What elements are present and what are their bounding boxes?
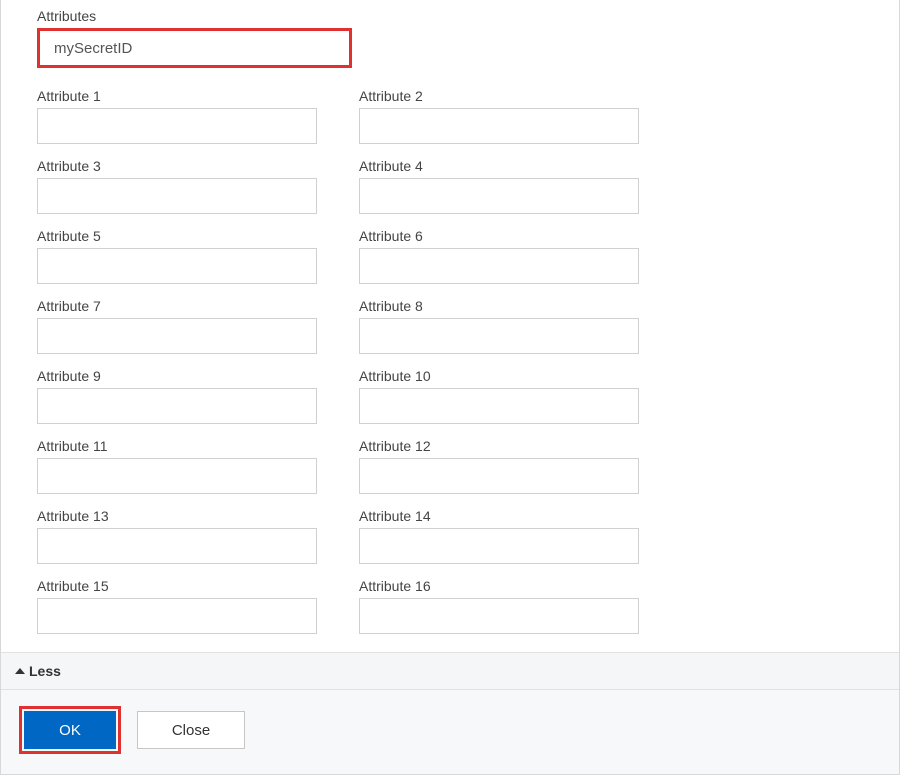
attribute-label: Attribute 7 (37, 298, 317, 314)
attribute-field: Attribute 4 (359, 158, 639, 214)
attribute-label: Attribute 2 (359, 88, 639, 104)
attribute-label: Attribute 9 (37, 368, 317, 384)
attribute-label: Attribute 5 (37, 228, 317, 244)
attributes-section-label: Attributes (37, 8, 881, 24)
attribute-field: Attribute 10 (359, 368, 639, 424)
attribute-label: Attribute 14 (359, 508, 639, 524)
attribute-field: Attribute 8 (359, 298, 639, 354)
attribute-label: Attribute 12 (359, 438, 639, 454)
attribute-input[interactable] (359, 458, 639, 494)
ok-highlight: OK (19, 706, 121, 754)
attribute-field: Attribute 15 (37, 578, 317, 634)
attribute-field: Attribute 3 (37, 158, 317, 214)
attribute-input[interactable] (359, 318, 639, 354)
attribute-input[interactable] (37, 108, 317, 144)
attribute-field: Attribute 6 (359, 228, 639, 284)
attribute-label: Attribute 15 (37, 578, 317, 594)
attribute-label: Attribute 4 (359, 158, 639, 174)
attribute-input[interactable] (359, 528, 639, 564)
attribute-field: Attribute 7 (37, 298, 317, 354)
attribute-label: Attribute 3 (37, 158, 317, 174)
collapse-less-toggle[interactable]: Less (1, 652, 899, 689)
attribute-input[interactable] (37, 528, 317, 564)
attribute-input[interactable] (359, 108, 639, 144)
attribute-label: Attribute 11 (37, 438, 317, 454)
attribute-label: Attribute 10 (359, 368, 639, 384)
attribute-field: Attribute 16 (359, 578, 639, 634)
attribute-field: Attribute 13 (37, 508, 317, 564)
attribute-label: Attribute 6 (359, 228, 639, 244)
attribute-input[interactable] (37, 458, 317, 494)
attribute-input[interactable] (37, 178, 317, 214)
attributes-panel: Attributes mySecretID Attribute 1Attribu… (0, 0, 900, 775)
attribute-field: Attribute 9 (37, 368, 317, 424)
attributes-content: Attributes mySecretID Attribute 1Attribu… (1, 0, 899, 652)
attribute-input[interactable] (37, 388, 317, 424)
caret-up-icon (15, 668, 25, 674)
attribute-field: Attribute 5 (37, 228, 317, 284)
attribute-input[interactable] (359, 178, 639, 214)
attribute-input[interactable] (37, 318, 317, 354)
close-button[interactable]: Close (137, 711, 245, 749)
attribute-field: Attribute 14 (359, 508, 639, 564)
dialog-footer: OK Close (1, 689, 899, 774)
attribute-field: Attribute 12 (359, 438, 639, 494)
attribute-input[interactable] (359, 598, 639, 634)
attributes-main-input[interactable]: mySecretID (37, 28, 352, 68)
attributes-main-value: mySecretID (54, 40, 132, 57)
attribute-input[interactable] (359, 388, 639, 424)
attribute-field: Attribute 2 (359, 88, 639, 144)
ok-button[interactable]: OK (24, 711, 116, 749)
attribute-input[interactable] (37, 598, 317, 634)
attribute-label: Attribute 8 (359, 298, 639, 314)
attribute-label: Attribute 16 (359, 578, 639, 594)
attribute-input[interactable] (37, 248, 317, 284)
collapse-less-label: Less (29, 663, 61, 679)
attribute-label: Attribute 1 (37, 88, 317, 104)
attributes-grid: Attribute 1 Attribute 2 Attribute 3 Attribu… (37, 88, 881, 634)
attribute-input[interactable] (359, 248, 639, 284)
attribute-label: Attribute 13 (37, 508, 317, 524)
attribute-field: Attribute 1 (37, 88, 317, 144)
attribute-field: Attribute 11 (37, 438, 317, 494)
